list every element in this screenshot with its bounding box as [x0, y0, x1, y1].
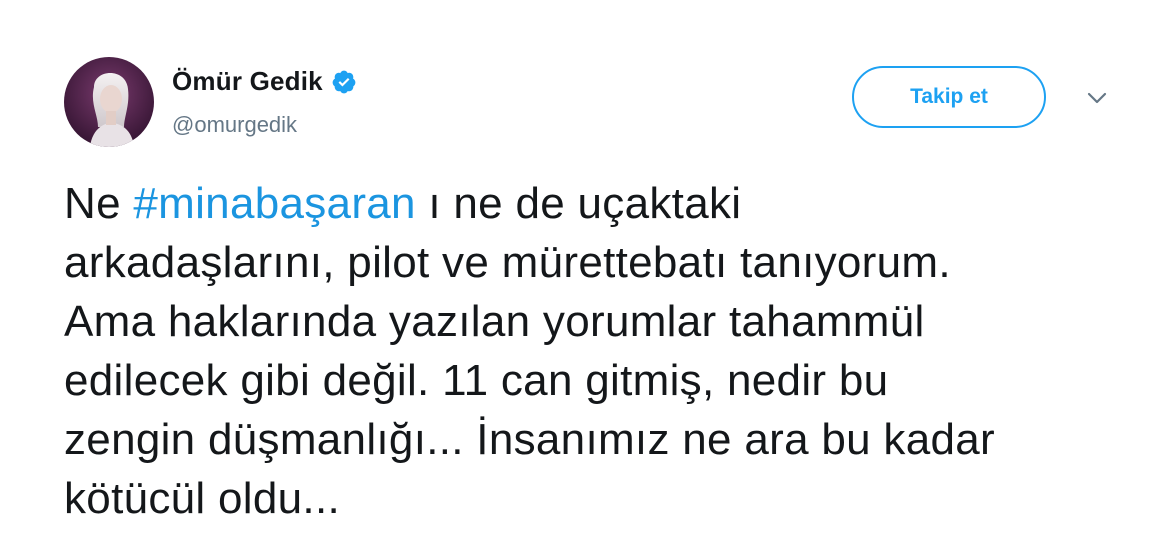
chevron-down-icon — [1087, 92, 1107, 104]
tweet-text-segment: Ne — [64, 179, 134, 228]
display-name: Ömür Gedik — [172, 66, 323, 96]
more-options-button[interactable] — [1084, 88, 1110, 108]
verified-badge-icon — [331, 69, 357, 95]
follow-button[interactable]: Takip et — [852, 66, 1046, 128]
tweet-line: Ne #minabaşaran ı ne de uçaktaki — [64, 174, 1154, 233]
tweet-line: edilecek gibi değil. 11 can gitmiş, nedi… — [64, 356, 889, 405]
tweet-card: Ömür Gedik @omurgedik Takip et Ne #minab… — [0, 0, 1168, 555]
tweet-text-segment: ı ne de uçaktaki — [415, 179, 742, 228]
tweet-line: Ama haklarında yazılan yorumlar tahammül — [64, 297, 925, 346]
hashtag-link[interactable]: #minabaşaran — [133, 179, 415, 228]
tweet-line: zengin düşmanlığı... İnsanımız ne ara bu… — [64, 415, 995, 464]
user-avatar-icon — [64, 57, 154, 147]
tweet-line: arkadaşlarını, pilot ve mürettebatı tanı… — [64, 238, 951, 287]
tweet-text: Ne #minabaşaran ı ne de uçaktaki arkadaş… — [64, 174, 1154, 528]
avatar[interactable] — [64, 57, 154, 147]
author-name-row[interactable]: Ömür Gedik — [172, 66, 357, 97]
user-handle[interactable]: @omurgedik — [172, 112, 297, 138]
tweet-line: kötücül oldu... — [64, 474, 340, 523]
